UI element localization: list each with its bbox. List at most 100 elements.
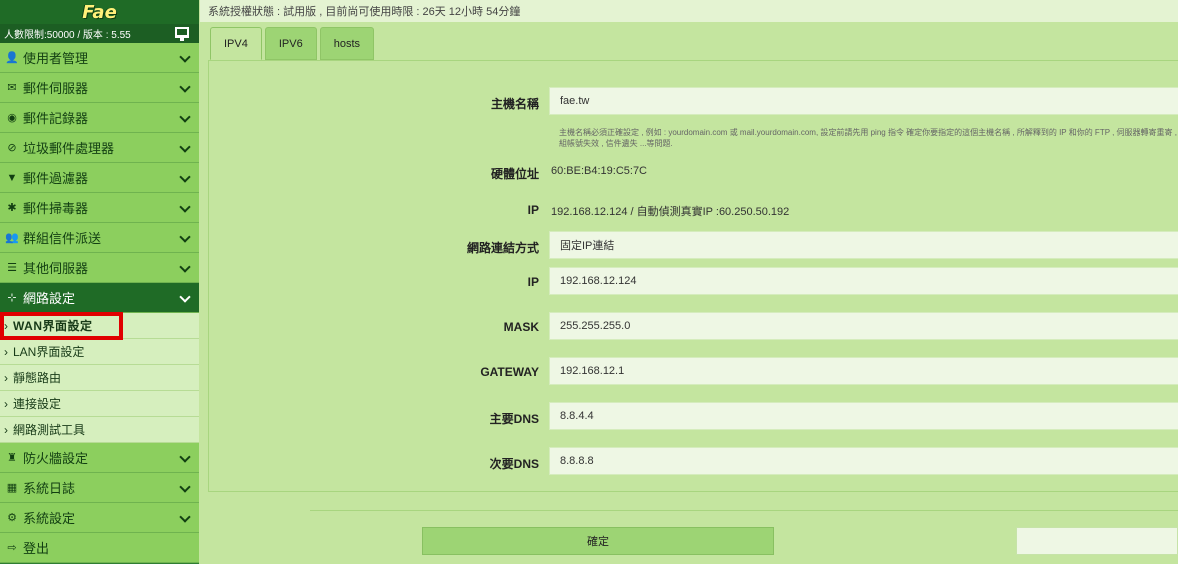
- menu-label: 系統設定: [23, 511, 76, 526]
- ip-row: IP 192.168.12.124: [209, 267, 1178, 295]
- connection-label: 網路連結方式: [466, 241, 539, 255]
- menu-label: 網路設定: [23, 291, 76, 306]
- menu-label: 使用者管理: [23, 51, 89, 66]
- users-icon: 👥: [5, 232, 19, 244]
- highlight-box: [0, 312, 123, 340]
- license-info-bar: 人數限制:50000 / 版本 : 5.55: [0, 24, 199, 43]
- connection-row: 網路連結方式 固定IP連結: [209, 231, 1178, 259]
- dns1-label: 主要DNS: [489, 412, 539, 426]
- firewall-icon: ♜: [7, 452, 17, 464]
- logo: Fae: [0, 0, 199, 24]
- menu-mail-server[interactable]: ✉ 郵件伺服器: [0, 73, 199, 103]
- chevron-right-icon: ›: [4, 370, 8, 385]
- monitor-icon[interactable]: [175, 27, 189, 41]
- menu-network-settings[interactable]: ⊹ 網路設定: [0, 283, 199, 313]
- ip-info-row: IP 192.168.12.124 / 自動偵測真實IP :60.250.50.…: [209, 203, 1178, 223]
- gateway-label: GATEWAY: [480, 365, 539, 379]
- chevron-down-icon: [179, 511, 191, 523]
- chevron-right-icon: ›: [4, 422, 8, 437]
- menu-system-log[interactable]: ▦ 系統日誌: [0, 473, 199, 503]
- license-status-bar: 系統授權狀態 : 試用版 , 目前尚可使用時限 : 26天 12小時 54分鐘: [200, 0, 1178, 22]
- gateway-row: GATEWAY 192.168.12.1: [209, 357, 1178, 385]
- menu-system-settings[interactable]: ⚙ 系統設定: [0, 503, 199, 533]
- chevron-down-icon: [179, 481, 191, 493]
- chevron-down-icon: [179, 141, 191, 153]
- ip-input[interactable]: 192.168.12.124: [549, 267, 1178, 295]
- connection-select[interactable]: 固定IP連結: [549, 231, 1178, 259]
- menu-label: 系統日誌: [23, 481, 76, 496]
- menu-label: 防火牆設定: [23, 451, 89, 466]
- dns1-input[interactable]: 8.8.4.4: [549, 402, 1178, 430]
- hostname-label: 主機名稱: [490, 97, 539, 111]
- logo-text: Fae: [82, 1, 117, 23]
- divider: [310, 510, 1178, 511]
- menu-group-mail[interactable]: 👥 群組信件派送: [0, 223, 199, 253]
- submenu-static-route[interactable]: › 靜態路由: [0, 365, 199, 391]
- confirm-button[interactable]: 確定: [422, 527, 774, 555]
- secondary-button[interactable]: [1016, 527, 1178, 555]
- menu-firewall[interactable]: ♜ 防火牆設定: [0, 443, 199, 473]
- submenu-label: 靜態路由: [13, 371, 62, 385]
- chevron-right-icon: ›: [4, 344, 8, 359]
- filter-icon: ▼: [6, 171, 18, 184]
- submenu-network-test[interactable]: › 網路測試工具: [0, 417, 199, 443]
- tab-bar: IPV4 IPV6 hosts: [210, 27, 377, 60]
- license-status: 系統授權狀態 : 試用版 , 目前尚可使用時限 : 26天 12小時 54分鐘: [208, 6, 521, 18]
- menu-virus-scanner[interactable]: ✱ 郵件掃毒器: [0, 193, 199, 223]
- menu-logout[interactable]: ⇨ 登出: [0, 533, 199, 563]
- submenu-label: 網路測試工具: [13, 423, 86, 437]
- menu-label: 垃圾郵件處理器: [23, 141, 115, 156]
- ban-icon: ⊘: [7, 142, 17, 154]
- submenu-label: LAN界面設定: [13, 345, 85, 359]
- mask-label: MASK: [503, 320, 539, 334]
- network-icon: ⊹: [7, 292, 17, 304]
- hostname-input[interactable]: fae.tw: [549, 87, 1178, 115]
- user-icon: 👤: [5, 52, 19, 64]
- hostname-hint: 主機名稱必須正確設定 , 例如 : yourdomain.com 或 mail.…: [559, 128, 1178, 148]
- tab-ipv6[interactable]: IPV6: [264, 27, 317, 60]
- chevron-down-icon: [179, 51, 191, 63]
- ip-info-value: 192.168.12.124 / 自動偵測真實IP :60.250.50.192: [551, 206, 790, 218]
- menu-mail-filter[interactable]: ▼ 郵件過濾器: [0, 163, 199, 193]
- chevron-down-icon: [179, 171, 191, 183]
- mac-value: 60:BE:B4:19:C5:7C: [551, 165, 648, 177]
- menu-other-servers[interactable]: ☰ 其他伺服器: [0, 253, 199, 283]
- dns2-row: 次要DNS 8.8.8.8: [209, 447, 1178, 475]
- submenu-connection-settings[interactable]: › 連接設定: [0, 391, 199, 417]
- ipv4-panel: 主機名稱 fae.tw 主機名稱必須正確設定 , 例如 : yourdomain…: [208, 60, 1178, 492]
- tab-ipv4[interactable]: IPV4: [210, 27, 262, 60]
- menu-label: 登出: [23, 541, 50, 556]
- submenu-wan-settings[interactable]: › WAN界面設定: [0, 312, 199, 340]
- menu-user-management[interactable]: 👤 使用者管理: [0, 43, 199, 73]
- submenu-lan-settings[interactable]: › LAN界面設定: [0, 339, 199, 365]
- chevron-down-icon: [179, 291, 191, 303]
- chevron-down-icon: [179, 201, 191, 213]
- menu-label: 群組信件派送: [23, 231, 102, 246]
- envelope-icon: ✉: [7, 82, 17, 94]
- main-content: 系統授權狀態 : 試用版 , 目前尚可使用時限 : 26天 12小時 54分鐘 …: [200, 0, 1178, 564]
- mac-label: 硬體位址: [490, 167, 539, 181]
- dns2-input[interactable]: 8.8.8.8: [549, 447, 1178, 475]
- mask-row: MASK 255.255.255.0: [209, 312, 1178, 340]
- camera-icon: ◉: [7, 112, 17, 124]
- submenu-label: 連接設定: [13, 397, 62, 411]
- logout-icon: ⇨: [7, 542, 17, 554]
- menu-mail-logger[interactable]: ◉ 郵件記錄器: [0, 103, 199, 133]
- chevron-down-icon: [179, 81, 191, 93]
- menu-label: 郵件記錄器: [23, 111, 89, 126]
- gears-icon: ⚙: [7, 512, 17, 524]
- tab-hosts[interactable]: hosts: [319, 27, 375, 60]
- menu-spam-handler[interactable]: ⊘ 垃圾郵件處理器: [0, 133, 199, 163]
- menu-label: 郵件過濾器: [23, 171, 89, 186]
- sidebar: Fae 人數限制:50000 / 版本 : 5.55 👤 使用者管理 ✉ 郵件伺…: [0, 0, 199, 564]
- license-info: 人數限制:50000 / 版本 : 5.55: [4, 30, 131, 41]
- chevron-down-icon: [179, 261, 191, 273]
- mask-input[interactable]: 255.255.255.0: [549, 312, 1178, 340]
- gateway-input[interactable]: 192.168.12.1: [549, 357, 1178, 385]
- chevron-down-icon: [179, 231, 191, 243]
- menu-label: 其他伺服器: [23, 261, 89, 276]
- menu-label: 郵件掃毒器: [23, 201, 89, 216]
- calendar-icon: ▦: [6, 482, 18, 494]
- ip-label: IP: [527, 275, 539, 289]
- dns1-row: 主要DNS 8.8.4.4: [209, 402, 1178, 430]
